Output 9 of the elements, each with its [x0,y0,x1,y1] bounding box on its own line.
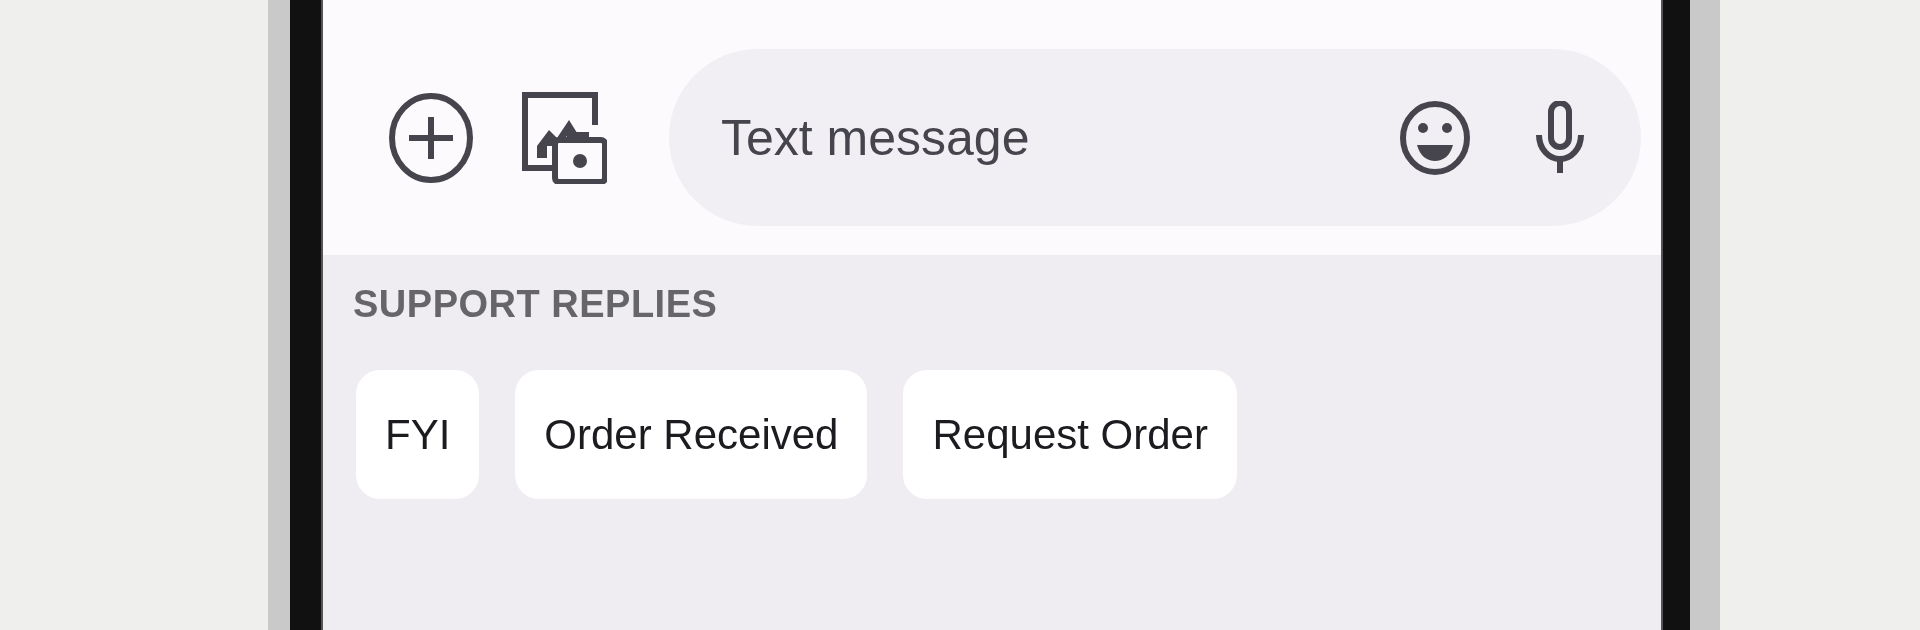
reply-chip[interactable]: Order Received [515,370,868,499]
reply-chip[interactable]: Request Order [903,370,1237,499]
microphone-icon[interactable] [1535,100,1585,175]
message-input[interactable]: Text message [719,107,1399,168]
gallery-camera-icon[interactable] [521,91,607,184]
add-icon[interactable] [389,92,473,183]
reply-chip[interactable]: FYI [356,370,480,499]
emoji-icon[interactable] [1399,99,1471,176]
section-title: SUPPORT REPLIES [353,283,718,326]
